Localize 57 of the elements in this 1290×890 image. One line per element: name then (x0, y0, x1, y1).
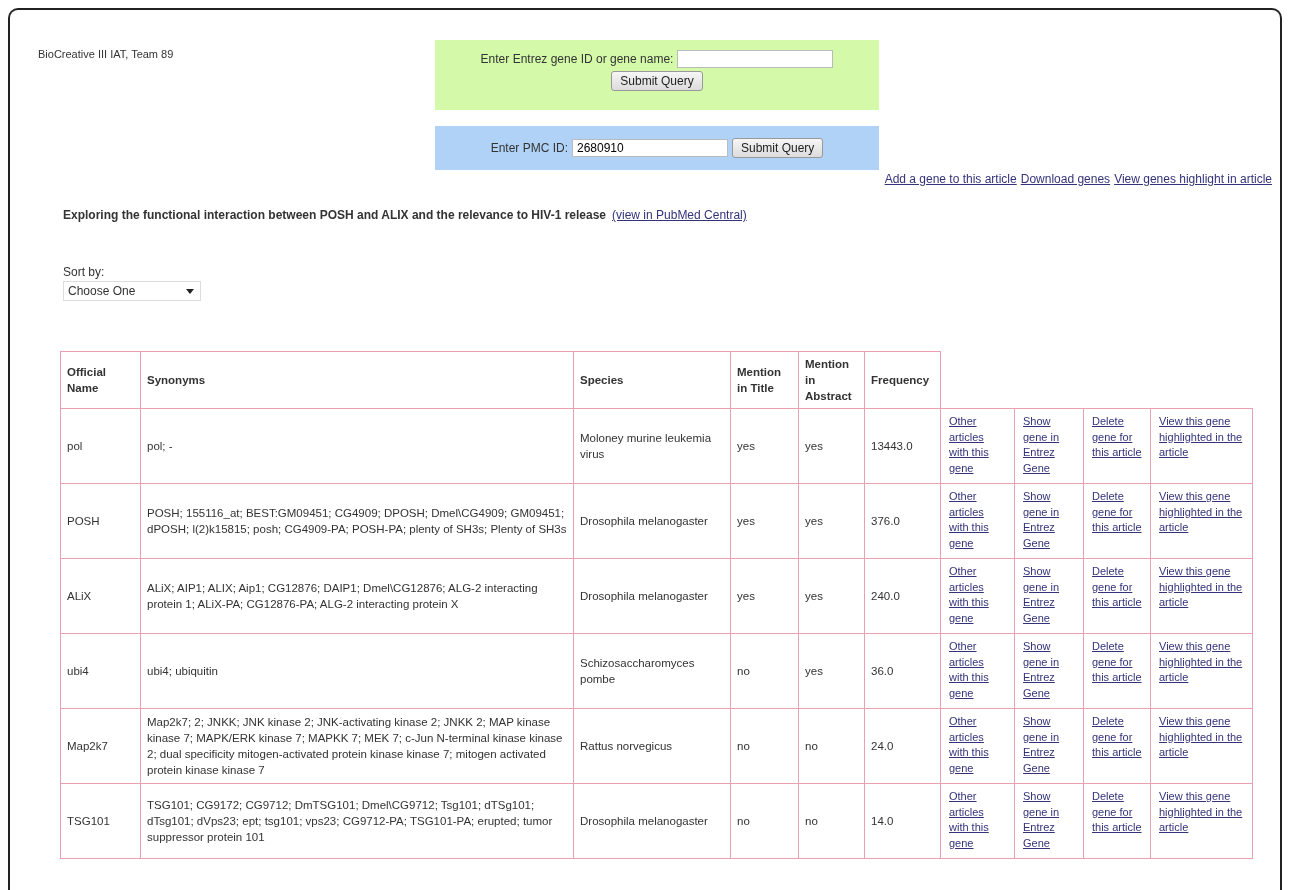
pmc-id-field[interactable]: 2680910 (572, 139, 728, 157)
table-cell: no (798, 783, 865, 859)
table-cell: Drosophila melanogaster (573, 483, 731, 559)
table-cell: POSH (60, 483, 141, 559)
sort-label: Sort by: (63, 265, 106, 279)
table-cell: Map2k7; 2; JNKK; JNK kinase 2; JNK-activating kinase 2; JNKK 2; MAP kinase kinase 7; MAPK/ERK kinase 7; MAPKK 7; MEK 7; c-Jun N-terminal kinase kinase 2; dual specificity mitogen-activated protein kinase kinase 7; mitogen activated protein kinase kinase 7 (140, 708, 574, 784)
column-header: Official Name (60, 351, 141, 409)
table-cell: pol (60, 408, 141, 484)
table-cell: yes (798, 558, 865, 634)
table-cell: no (730, 783, 799, 859)
table-cell: ubi4; ubiquitin (140, 633, 574, 709)
table-cell: no (730, 633, 799, 709)
submit-button[interactable]: Submit Query (611, 71, 703, 91)
table-cell: yes (798, 483, 865, 559)
pmc-id-label: Enter PMC ID: (490, 141, 568, 155)
table-cell: ALiX (60, 558, 141, 634)
article-action-link[interactable]: Add a gene to this article (884, 172, 1017, 186)
pubmed-link[interactable]: (view in PubMed Central) (612, 208, 747, 222)
dropdown-caret-icon (186, 288, 194, 294)
table-cell: POSH; 155116_at; BEST:GM09451; CG4909; DPOSH; Dmel\CG4909; GM09451; dPOSH; l(2)k15815; posh; CG4909-PA; POSH-PA; plenty of SH3s; Plenty of SH3s (140, 483, 574, 559)
column-header: Mention in Title (730, 351, 799, 409)
table-cell: 240.0 (864, 558, 941, 634)
table-cell: TSG101; CG9172; CG9712; DmTSG101; Dmel\CG9712; Tsg101; dTSg101; dTsg101; dVps23; ept; tsg101; vps23; CG9712-PA; TSG101-PA; erupted; tumor suppressor protein 101 (140, 783, 574, 859)
column-header: Species (573, 351, 731, 409)
table-cell: no (730, 708, 799, 784)
column-header: Synonyms (140, 351, 574, 409)
table-cell: TSG101 (60, 783, 141, 859)
table-cell: Drosophila melanogaster (573, 558, 731, 634)
article-action-link[interactable]: Download genes (1020, 172, 1111, 186)
table-cell: Map2k7 (60, 708, 141, 784)
site-label: BioCreative III IAT, Team 89 (38, 47, 175, 62)
table-cell: yes (730, 558, 799, 634)
column-header: Frequency (864, 351, 941, 409)
sort-dropdown[interactable]: Choose One (63, 281, 201, 301)
submit-button[interactable]: Submit Query (732, 138, 824, 158)
table-cell: 24.0 (864, 708, 941, 784)
table-cell: ubi4 (60, 633, 141, 709)
table-cell: yes (798, 408, 865, 484)
table-cell: Moloney murine leukemia virus (573, 408, 731, 484)
table-cell: 14.0 (864, 783, 941, 859)
table-cell: yes (730, 483, 799, 559)
table-cell: Schizosaccharomyces pombe (573, 633, 731, 709)
table-cell: yes (798, 633, 865, 709)
article-action-link[interactable]: View genes highlight in article (1114, 172, 1272, 186)
gene-search-field[interactable] (677, 50, 834, 68)
article-title: Exploring the functional interaction between POSH and ALIX and the relevance to HIV-1 release (63, 208, 606, 222)
table-cell: 376.0 (864, 483, 941, 559)
gene-search-label: Enter Entrez gene ID or gene name: (480, 52, 674, 66)
table-cell: 13443.0 (864, 408, 941, 484)
table-cell: yes (730, 408, 799, 484)
column-header: Mention in Abstract (798, 351, 865, 409)
table-cell: pol; - (140, 408, 574, 484)
table-cell: Rattus norvegicus (573, 708, 731, 784)
table-cell: Drosophila melanogaster (573, 783, 731, 859)
table-cell: ALiX; AIP1; ALIX; Aip1; CG12876; DAIP1; Dmel\CG12876; ALG-2 interacting protein 1; ALiX-PA; CG12876-PA; ALG-2 interacting protein X (140, 558, 574, 634)
table-cell: no (798, 708, 865, 784)
table-cell: 36.0 (864, 633, 941, 709)
